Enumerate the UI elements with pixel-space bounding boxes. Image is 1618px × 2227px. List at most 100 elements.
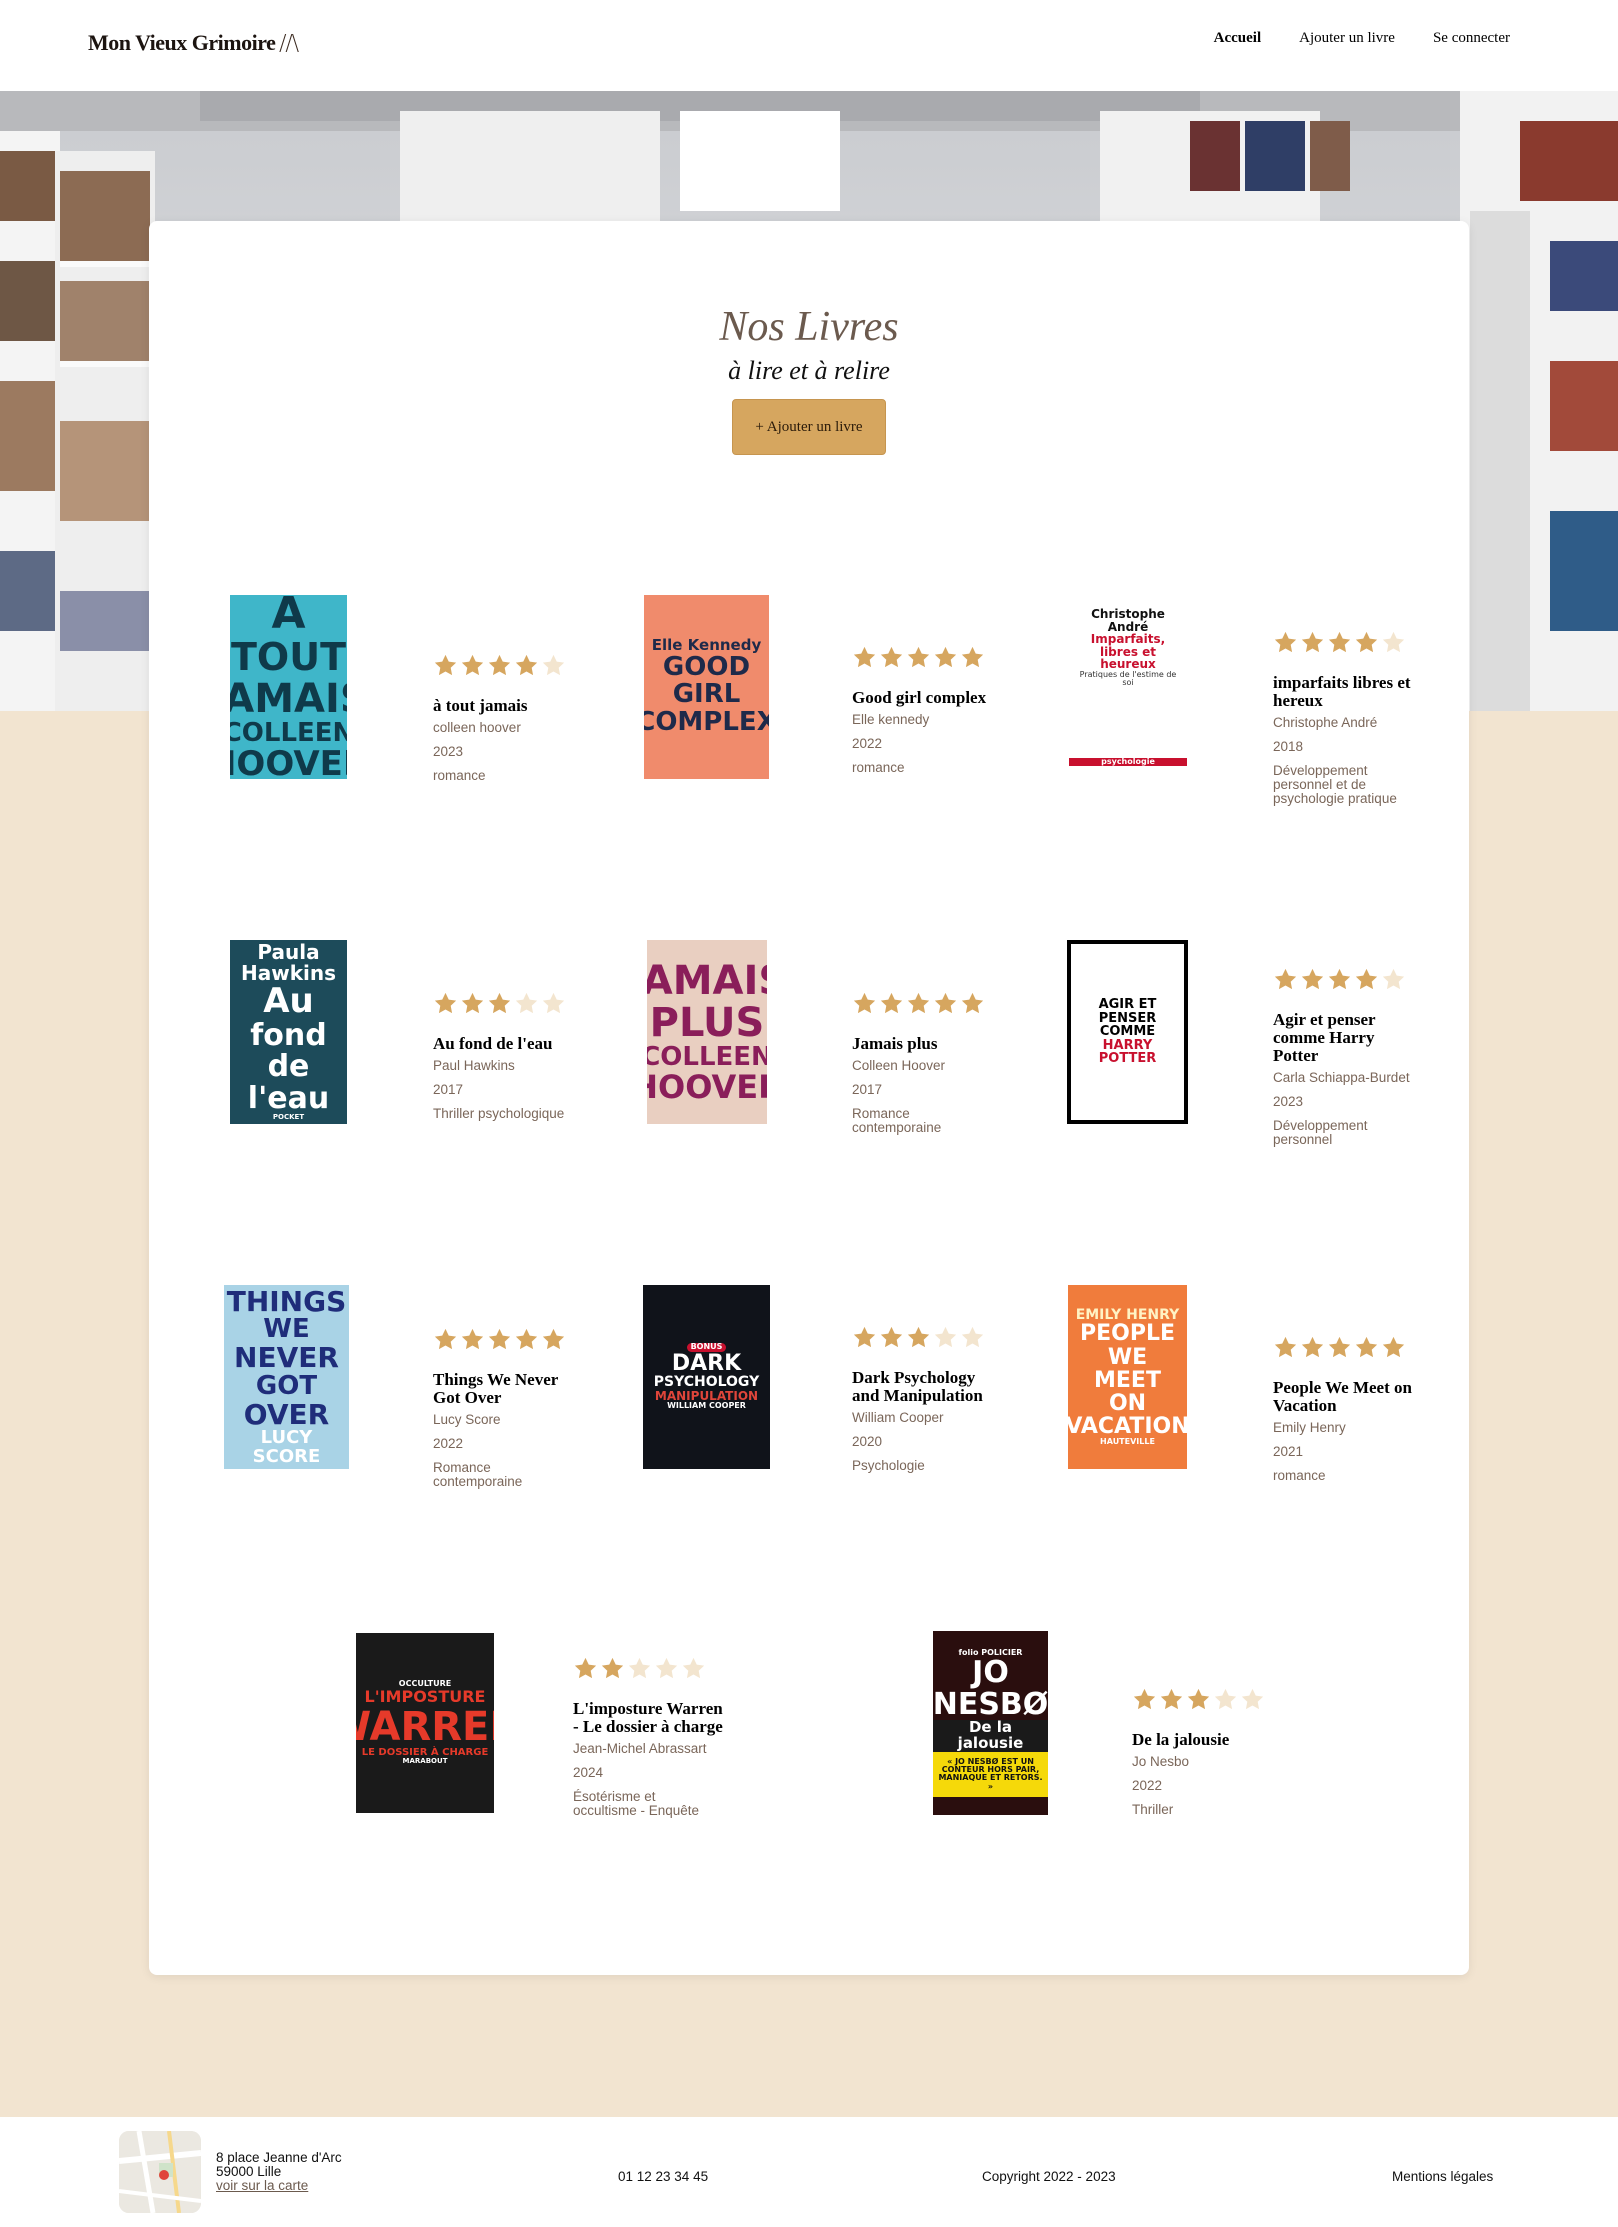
star-filled-icon <box>1300 1335 1325 1365</box>
book-author: Emily Henry <box>1273 1420 1346 1435</box>
star-empty-icon <box>627 1656 652 1686</box>
book-cover-art: AGIR ET PENSER COMME HARRY POTTER <box>1071 944 1184 1120</box>
cover-text: GOT <box>255 1370 318 1401</box>
book-info: Au fond de l'eau Paul Hawkins 2017 Thriller… <box>433 991 583 1131</box>
legal-notice-link[interactable]: Mentions légales <box>1392 2169 1493 2184</box>
book-cover-image[interactable]: folio POLICIER JO NESBØ De la jalousie « JO … <box>933 1631 1048 1815</box>
star-filled-icon <box>1186 1687 1211 1717</box>
book-cover-image[interactable]: ÀTOUTJAMAISCOLLEENHOOVER <box>230 595 347 779</box>
star-empty-icon <box>541 991 566 1021</box>
book-genre: Psychologie <box>852 1458 925 1473</box>
star-filled-icon <box>1273 967 1298 997</box>
star-empty-icon <box>1213 1687 1238 1717</box>
book-cover-image[interactable]: EMILY HENRY PEOPLE WE MEET ON VACATION HAUTE… <box>1068 1285 1187 1469</box>
star-rating <box>1273 1335 1423 1365</box>
book-cover-art: OCCULTUREL'IMPOSTUREWARRENLE DOSSIER À C… <box>356 1633 494 1813</box>
book-title[interactable]: Dark Psychology and Manipulation <box>852 1369 1002 1405</box>
star-filled-icon <box>1159 1687 1184 1717</box>
book-title[interactable]: imparfaits libres et hereux <box>1273 674 1423 710</box>
book-title[interactable]: People We Meet on Vacation <box>1273 1379 1423 1415</box>
map-thumbnail[interactable] <box>119 2131 201 2213</box>
star-filled-icon <box>1273 1335 1298 1365</box>
book-title[interactable]: Jamais plus <box>852 1035 1002 1053</box>
cover-text: HARRY POTTER <box>1098 1037 1157 1067</box>
star-filled-icon <box>879 991 904 1021</box>
book-author: Jo Nesbo <box>1132 1754 1190 1769</box>
cover-text: « JO NESBØ EST UN CONTEUR HORS PAIR, MAN… <box>933 1751 1048 1798</box>
star-rating <box>852 991 1002 1021</box>
nav-se-connecter[interactable]: Se connecter <box>1433 30 1510 47</box>
book-cover-image[interactable]: AGIR ET PENSER COMME HARRY POTTER <box>1067 940 1188 1124</box>
star-filled-icon <box>933 991 958 1021</box>
star-filled-icon <box>906 645 931 675</box>
star-filled-icon <box>906 991 931 1021</box>
map-link[interactable]: voir sur la carte <box>216 2179 342 2193</box>
book-title[interactable]: Agir et penser comme Harry Potter <box>1273 1011 1423 1065</box>
address-line-2: 59000 Lille <box>216 2164 282 2179</box>
address-line-1: 8 place Jeanne d'Arc <box>216 2150 342 2165</box>
book-title[interactable]: Things We Never Got Over <box>433 1371 583 1407</box>
cover-text: THINGS <box>226 1285 347 1318</box>
book-title[interactable]: à tout jamais <box>433 697 583 715</box>
nav-ajouter-un-livre[interactable]: Ajouter un livre <box>1299 30 1395 47</box>
book-cover-image[interactable]: Christophe André Imparfaits, libres et heu… <box>1069 595 1187 779</box>
cover-text: NEVER <box>234 1341 339 1375</box>
logo[interactable]: Mon Vieux Grimoire ⧸⧸⧹ <box>88 30 299 56</box>
star-empty-icon <box>654 1656 679 1686</box>
star-rating <box>852 1325 1002 1355</box>
book-year: 2023 <box>1273 1094 1304 1109</box>
book-cover-image[interactable]: Elle Kennedy GOOD GIRL COMPLEX <box>644 595 769 779</box>
cover-text: Christophe André <box>1091 606 1165 634</box>
book-cover-art: folio POLICIER JO NESBØ De la jalousie « JO … <box>933 1631 1048 1815</box>
cover-text: JAMAIS <box>647 957 767 1004</box>
cover-text: WARREN <box>356 1703 494 1750</box>
cover-text: DARK <box>671 1350 742 1376</box>
star-filled-icon <box>852 1325 877 1355</box>
cover-text: TOUT <box>231 634 347 679</box>
cover-text: À <box>271 595 306 640</box>
book-cover-image[interactable]: Paula Hawkins Au fond de l'eau POCKET <box>230 940 347 1124</box>
cover-text: GOOD GIRL <box>662 651 751 710</box>
star-empty-icon <box>1381 630 1406 660</box>
book-author: colleen hoover <box>433 720 521 735</box>
book-author: William Cooper <box>852 1410 944 1425</box>
cover-text: MARABOUT <box>402 1757 448 1766</box>
book-cover-art: ÀTOUTJAMAISCOLLEENHOOVER <box>230 595 347 779</box>
star-filled-icon <box>514 1327 539 1357</box>
star-empty-icon <box>1240 1687 1265 1717</box>
cover-text: AGIR ET PENSER <box>1098 996 1157 1026</box>
book-info: Things We Never Got Over Lucy Score 2022 Ro… <box>433 1327 583 1499</box>
book-cover-image[interactable]: BONUS DARK PSYCHOLOGY MANIPULATION WILLIAM C… <box>643 1285 770 1469</box>
book-info: imparfaits libres et hereux Christophe An… <box>1273 630 1423 816</box>
book-title[interactable]: Au fond de l'eau <box>433 1035 583 1053</box>
book-cover-image[interactable]: OCCULTUREL'IMPOSTUREWARRENLE DOSSIER À C… <box>356 1633 494 1813</box>
book-genre: Développement personnel <box>1273 1118 1368 1147</box>
star-empty-icon <box>933 1325 958 1355</box>
book-cover-image[interactable]: THINGS WE NEVER GOT OVER LUCY SCORE <box>224 1285 349 1469</box>
book-info: People We Meet on Vacation Emily Henry 202… <box>1273 1335 1423 1493</box>
star-filled-icon <box>960 991 985 1021</box>
book-cover-art: BONUS DARK PSYCHOLOGY MANIPULATION WILLIAM C… <box>643 1285 770 1469</box>
star-filled-icon <box>852 991 877 1021</box>
book-cover-art: JAMAISPLUSCOLLEENHOOVER <box>647 940 767 1124</box>
book-author: Elle kennedy <box>852 712 930 727</box>
book-year: 2021 <box>1273 1444 1304 1459</box>
cover-text: PLUS <box>649 999 765 1046</box>
footer-phone: 01 12 23 34 45 <box>618 2169 709 2184</box>
book-info: Jamais plus Colleen Hoover 2017 Romance con… <box>852 991 1002 1145</box>
book-title[interactable]: L'imposture Warren - Le dossier à charge <box>573 1700 723 1736</box>
cover-text: COLLEEN <box>647 1041 767 1072</box>
book-title[interactable]: De la jalousie <box>1132 1731 1282 1749</box>
book-cover-image[interactable]: JAMAISPLUSCOLLEENHOOVER <box>647 940 767 1124</box>
book-title[interactable]: Good girl complex <box>852 689 1002 707</box>
book-genre: romance <box>433 768 486 783</box>
book-info: Good girl complex Elle kennedy 2022 romance <box>852 645 1002 785</box>
star-filled-icon <box>1327 1335 1352 1365</box>
nav-accueil[interactable]: Accueil <box>1214 30 1261 47</box>
book-genre: Thriller psychologique <box>433 1106 565 1121</box>
book-author: Christophe André <box>1273 715 1378 730</box>
star-filled-icon <box>541 1327 566 1357</box>
cover-text: JAMAIS <box>230 675 347 722</box>
star-filled-icon <box>1300 967 1325 997</box>
add-book-button[interactable]: + Ajouter un livre <box>732 399 886 455</box>
